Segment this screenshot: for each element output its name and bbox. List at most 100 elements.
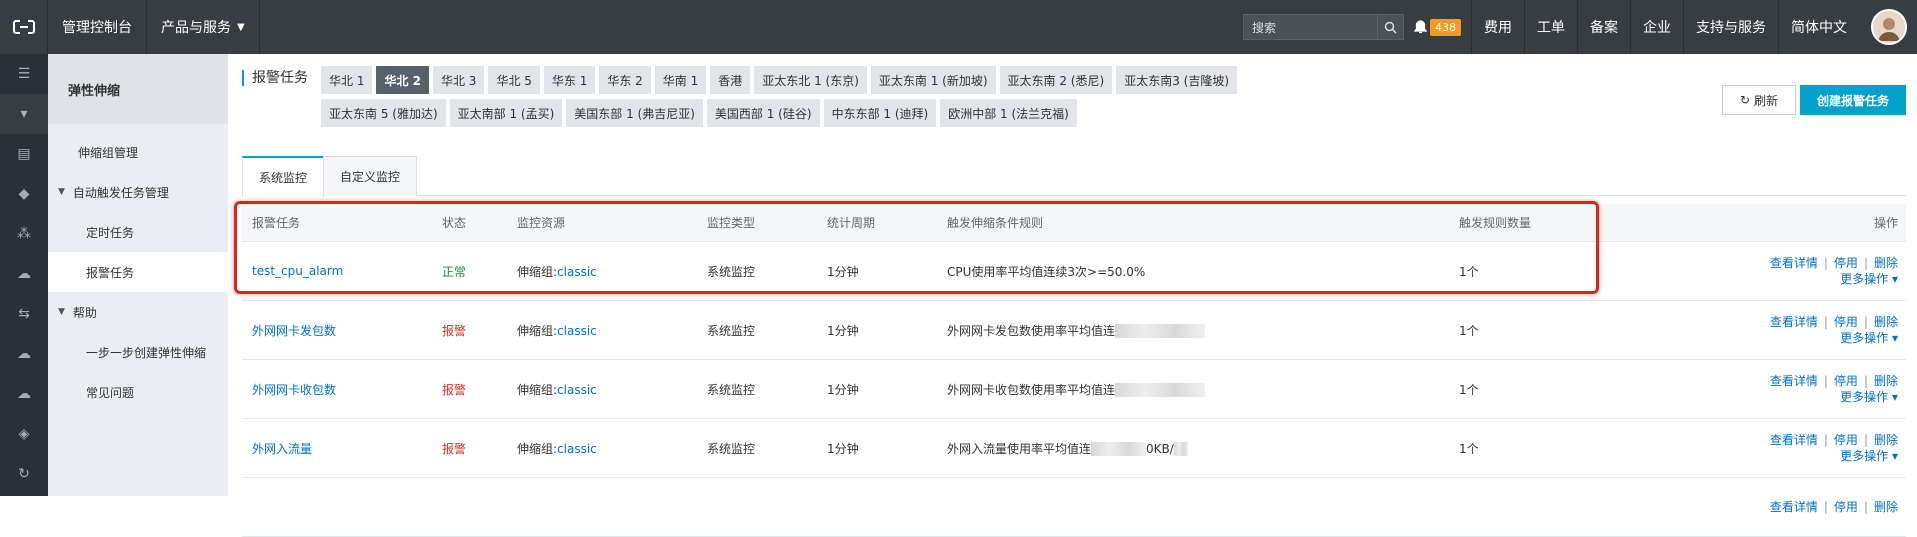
trigger-rule-suffix: 0KB/ [1146, 441, 1174, 456]
products-menu[interactable]: 产品与服务 ▼ [147, 0, 260, 54]
alarm-task-table: 报警任务 状态 监控资源 监控类型 统计周期 触发伸缩条件规则 触发规则数量 操… [242, 204, 1906, 537]
region-tab[interactable]: 亚太东南3 (吉隆坡) [1116, 66, 1238, 94]
scaling-group-link[interactable]: classic [557, 265, 597, 279]
region-tab[interactable]: 美国东部 1 (弗吉尼亚) [566, 99, 703, 127]
more-actions-dropdown[interactable]: 更多操作 ▾ [1840, 331, 1898, 345]
triangle-down-icon: ▼ [58, 187, 65, 197]
task-name-link[interactable]: 外网网卡收包数 [252, 383, 336, 397]
cloud-upload-icon[interactable]: ☁ [0, 254, 48, 294]
refresh-cloud-icon[interactable]: ↻ [0, 454, 48, 494]
tab-custom-monitor[interactable]: 自定义监控 [323, 156, 418, 196]
stop-link[interactable]: 停用 [1834, 374, 1858, 388]
col-header: 操作 [1873, 216, 1898, 230]
resource-prefix: 伸缩组: [517, 441, 558, 456]
col-header: 触发伸缩条件规则 [947, 216, 1044, 230]
delete-link[interactable]: 删除 [1874, 315, 1898, 329]
stop-link[interactable]: 停用 [1834, 256, 1858, 270]
sidebar-item-scheduled-tasks[interactable]: 定时任务 [48, 212, 228, 252]
caret-down-icon: ▼ [237, 21, 245, 33]
sidebar-item-alarm-tasks[interactable]: 报警任务 [48, 252, 228, 292]
cloud-sync-icon[interactable]: ☁ [0, 374, 48, 414]
task-name-link[interactable]: 外网入流量 [252, 442, 312, 456]
trigger-rule: 外网网卡发包数使用率平均值连 [947, 323, 1116, 338]
delete-link[interactable]: 删除 [1874, 500, 1898, 514]
sidebar-group-auto-trigger[interactable]: ▼ 自动触发任务管理 [48, 172, 228, 212]
scaling-group-link[interactable]: classic [557, 324, 597, 338]
stop-link[interactable]: 停用 [1834, 500, 1858, 514]
region-tab[interactable]: 华北 5 [488, 66, 540, 94]
sidebar-item-guide[interactable]: 一步一步创建弹性伸缩 [48, 332, 228, 372]
region-tab[interactable]: 华东 2 [599, 66, 651, 94]
refresh-icon: ↻ [1739, 93, 1751, 107]
region-tab[interactable]: 亚太东北 1 (东京) [754, 66, 867, 94]
view-detail-link[interactable]: 查看详情 [1770, 256, 1818, 270]
stop-link[interactable]: 停用 [1834, 433, 1858, 447]
cloud-icon[interactable]: ☁ [0, 334, 48, 374]
more-actions-label: 更多操作 [1840, 449, 1889, 463]
top-link-ticket[interactable]: 工单 [1524, 0, 1577, 54]
delete-link[interactable]: 删除 [1874, 374, 1898, 388]
task-name-link[interactable]: test_cpu_alarm [252, 264, 343, 278]
delete-link[interactable]: 删除 [1874, 256, 1898, 270]
stat-period: 1分钟 [827, 382, 859, 397]
view-detail-link[interactable]: 查看详情 [1770, 500, 1818, 514]
view-detail-link[interactable]: 查看详情 [1770, 433, 1818, 447]
sidebar-item-scaling-groups[interactable]: 伸缩组管理 [48, 132, 228, 172]
more-actions-dropdown[interactable]: 更多操作 ▾ [1840, 390, 1898, 404]
more-actions-dropdown[interactable]: 更多操作 ▾ [1840, 449, 1898, 463]
aliyun-logo-icon[interactable] [0, 0, 48, 54]
console-link[interactable]: 管理控制台 [48, 0, 147, 54]
col-header: 报警任务 [252, 216, 301, 230]
region-tab[interactable]: 中东东部 1 (迪拜) [823, 99, 937, 127]
top-link-enterprise[interactable]: 企业 [1630, 0, 1683, 54]
region-tab[interactable]: 华东 1 [543, 66, 596, 94]
stop-link[interactable]: 停用 [1834, 315, 1858, 329]
region-tab[interactable]: 美国西部 1 (硅谷) [706, 99, 820, 127]
view-detail-link[interactable]: 查看详情 [1770, 374, 1818, 388]
view-detail-link[interactable]: 查看详情 [1770, 315, 1818, 329]
language-switch[interactable]: 简体中文 [1778, 0, 1859, 54]
top-link-icp[interactable]: 备案 [1577, 0, 1630, 54]
main-content: 报警任务 华北 1 华北 2 华北 3 华北 5 华东 1 华东 2 华南 1 … [228, 54, 1917, 537]
stat-period: 1分钟 [827, 441, 859, 456]
cube-icon[interactable]: ◈ [0, 414, 48, 454]
region-tab[interactable]: 华南 1 [654, 66, 707, 94]
menu-icon[interactable]: ☰ [0, 54, 48, 94]
more-actions-dropdown[interactable]: 更多操作 ▾ [1840, 272, 1898, 286]
create-alarm-task-button[interactable]: 创建报警任务 [1800, 85, 1906, 115]
search-input[interactable]: 搜索 [1243, 14, 1378, 40]
region-tab[interactable]: 华北 3 [432, 66, 485, 94]
col-header: 触发规则数量 [1459, 216, 1532, 230]
sidebar-group-help[interactable]: ▼ 帮助 [48, 292, 228, 332]
region-tab[interactable]: 亚太南部 1 (孟买) [449, 99, 563, 127]
shield-icon[interactable]: ◆ [0, 174, 48, 214]
avatar[interactable] [1871, 9, 1907, 45]
tab-system-monitor[interactable]: 系统监控 [242, 156, 325, 197]
scaling-group-link[interactable]: classic [557, 442, 597, 456]
network-icon[interactable]: ⁂ [0, 214, 48, 254]
status-badge: 正常 [442, 264, 467, 279]
region-tab[interactable]: 亚太东南 2 (悉尼) [999, 66, 1113, 94]
region-tab[interactable]: 香港 [710, 66, 751, 94]
search-button[interactable] [1378, 14, 1404, 40]
sidebar-item-faq[interactable]: 常见问题 [48, 372, 228, 412]
sidebar-title: 弹性伸缩 [48, 54, 228, 124]
top-link-billing[interactable]: 费用 [1471, 0, 1524, 54]
server-icon[interactable]: ▤ [0, 134, 48, 174]
region-tab-active[interactable]: 华北 2 [376, 66, 429, 94]
status-badge: 报警 [442, 382, 467, 397]
top-link-support[interactable]: 支持与服务 [1683, 0, 1778, 54]
chevron-down-icon[interactable]: ▾ [0, 94, 48, 134]
task-name-link[interactable]: 外网网卡发包数 [252, 324, 336, 338]
sidebar: 弹性伸缩 伸缩组管理 ▼ 自动触发任务管理 定时任务 报警任务 ▼ 帮助 一步一… [48, 54, 228, 496]
switch-icon[interactable]: ⇆ [0, 294, 48, 334]
region-tab[interactable]: 亚太东南 1 (新加坡) [870, 66, 996, 94]
delete-link[interactable]: 删除 [1874, 433, 1898, 447]
notification-button[interactable]: 438 [1414, 18, 1461, 36]
scaling-group-link[interactable]: classic [557, 383, 597, 397]
region-tab[interactable]: 亚太东南 5 (雅加达) [321, 99, 446, 127]
refresh-button[interactable]: ↻ 刷新 [1722, 85, 1796, 115]
col-header: 监控类型 [707, 216, 756, 230]
region-tab[interactable]: 欧洲中部 1 (法兰克福) [940, 99, 1077, 127]
region-tab[interactable]: 华北 1 [321, 66, 373, 94]
